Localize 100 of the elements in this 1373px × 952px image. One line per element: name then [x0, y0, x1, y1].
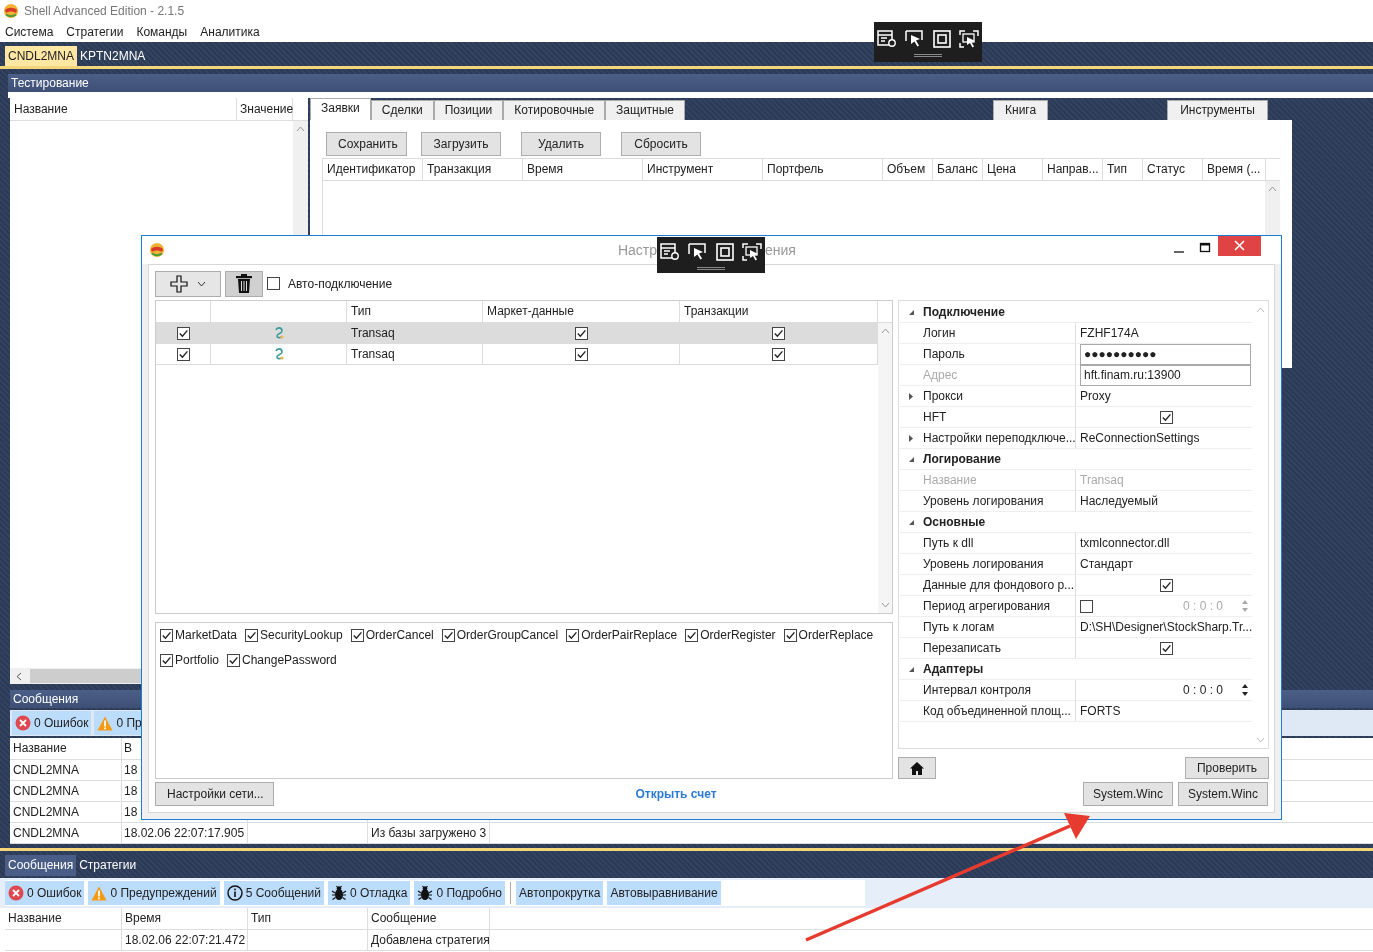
frame-icon[interactable] — [716, 243, 734, 261]
drag-handle-icon[interactable] — [697, 267, 725, 270]
checkbox[interactable] — [783, 628, 797, 642]
column-header[interactable]: Цена — [983, 159, 1043, 180]
checkbox[interactable] — [350, 628, 364, 642]
expanded-icon[interactable] — [908, 518, 915, 526]
table-row[interactable]: Transaq — [156, 344, 878, 365]
tab[interactable]: Котировочные — [503, 100, 606, 120]
column-header[interactable]: Идентификатор — [323, 159, 423, 180]
menu-item[interactable]: Команды — [136, 25, 188, 39]
open-account-link[interactable]: Открыть счет — [635, 787, 717, 801]
collapsed-icon[interactable] — [908, 392, 915, 400]
expanded-icon[interactable] — [908, 308, 915, 316]
property-value: FZHF174A — [1080, 326, 1139, 340]
tab[interactable]: Заявки — [310, 98, 371, 120]
tab[interactable]: Защитные — [605, 100, 685, 120]
collapsed-icon[interactable] — [908, 434, 915, 442]
drag-handle-icon[interactable] — [914, 54, 942, 57]
checkbox[interactable] — [772, 347, 785, 361]
checkbox[interactable] — [245, 628, 259, 642]
column-header[interactable]: Время (... — [1203, 159, 1266, 180]
filter-button[interactable]: 0 Предупреждений — [88, 881, 220, 905]
column-header[interactable]: Баланс — [933, 159, 983, 180]
column-header[interactable]: Название — [5, 908, 122, 929]
window-title: Shell Advanced Edition - 2.1.5 — [24, 4, 185, 18]
checkbox[interactable] — [267, 277, 280, 290]
checkbox[interactable] — [160, 628, 173, 642]
check-button[interactable]: Проверить — [1185, 757, 1269, 779]
tab[interactable]: Инструменты — [1167, 100, 1268, 120]
column-header[interactable]: Статус — [1143, 159, 1203, 180]
checkbox[interactable] — [160, 653, 173, 667]
filter-button[interactable]: 5 Сообщений — [223, 881, 324, 905]
column-header[interactable]: Портфель — [763, 159, 883, 180]
toolbar-button[interactable]: Загрузить — [421, 132, 501, 156]
tab[interactable]: Позиции — [433, 100, 504, 120]
toolbar-button[interactable]: Сбросить — [621, 132, 701, 156]
column-header[interactable]: Объем — [883, 159, 933, 180]
menu-item[interactable]: Стратегии — [66, 25, 124, 39]
menu-item[interactable]: Система — [5, 25, 54, 39]
toggle-button[interactable]: Автовыравнивание — [607, 881, 721, 905]
toggle-button[interactable]: Автопрокрутка — [516, 881, 604, 905]
column-header[interactable]: Транзакции — [680, 301, 878, 322]
add-button[interactable] — [155, 270, 221, 297]
checkbox[interactable] — [441, 628, 455, 642]
column-header[interactable]: Сообщение — [368, 908, 490, 929]
footer-button[interactable]: System.Winc — [1083, 782, 1173, 806]
menu-item[interactable]: Аналитика — [200, 25, 260, 39]
column-header[interactable]: Время — [523, 159, 643, 180]
checkbox[interactable] — [574, 347, 588, 361]
column-header[interactable]: Тип — [248, 908, 368, 929]
delete-button[interactable] — [225, 270, 263, 297]
expanded-icon[interactable] — [908, 665, 915, 673]
tab[interactable]: Сообщения — [5, 855, 77, 876]
filter-button[interactable]: 0 Ошибок — [5, 881, 85, 905]
pointer-frame-icon[interactable] — [959, 30, 979, 48]
checkbox-label: OrderGroupCancel — [456, 628, 559, 643]
window-gear-icon[interactable] — [877, 30, 897, 48]
tab[interactable]: Книга — [993, 100, 1049, 120]
checkbox[interactable] — [176, 347, 190, 361]
filter-button[interactable]: 0 Ошибок — [12, 711, 92, 735]
input-field[interactable]: ●●●●●●●●●● — [1080, 343, 1251, 365]
document-tab[interactable]: CNDL2MNA — [5, 46, 77, 66]
window-gear-icon[interactable] — [660, 243, 680, 261]
checkbox[interactable] — [1159, 641, 1173, 655]
table-row[interactable]: Transaq — [156, 323, 878, 344]
toolbar-button[interactable]: Сохранить — [326, 132, 407, 156]
expanded-icon[interactable] — [908, 455, 915, 463]
checkbox[interactable] — [176, 326, 190, 340]
scrollbar[interactable] — [878, 323, 892, 614]
checkbox[interactable] — [772, 326, 785, 340]
column-header[interactable]: Название — [10, 98, 237, 120]
column-header[interactable]: Значение — [237, 98, 293, 120]
frame-icon[interactable] — [933, 30, 951, 48]
checkbox[interactable] — [1080, 599, 1093, 613]
checkbox[interactable] — [685, 628, 699, 642]
toolbar-button[interactable]: Удалить — [521, 132, 601, 156]
column-header[interactable]: Инструмент — [643, 159, 763, 180]
checkbox[interactable] — [227, 653, 241, 667]
pointer-icon[interactable] — [905, 30, 925, 48]
column-header[interactable]: Маркет-данные — [483, 301, 680, 322]
checkbox[interactable] — [566, 628, 580, 642]
checkbox[interactable] — [574, 326, 588, 340]
column-header[interactable]: Время — [122, 908, 248, 929]
pointer-frame-icon[interactable] — [742, 243, 762, 261]
column-header[interactable]: Транзакция — [423, 159, 523, 180]
checkbox[interactable] — [1159, 578, 1173, 592]
tab[interactable]: Сделки — [370, 100, 434, 120]
column-header[interactable]: Название — [10, 738, 122, 759]
column-header[interactable]: Тип — [1103, 159, 1143, 180]
pointer-icon[interactable] — [688, 243, 708, 261]
column-header[interactable]: Тип — [347, 301, 483, 322]
document-tab[interactable]: KPTN2MNA — [77, 46, 149, 66]
filter-button[interactable]: 0 Отладка — [328, 881, 411, 905]
network-settings-button[interactable]: Настройки сети... — [155, 782, 274, 806]
tab[interactable]: Стратегии — [76, 855, 140, 876]
footer-button[interactable]: System.Winc — [1178, 782, 1268, 806]
checkbox[interactable] — [1159, 410, 1173, 424]
filter-button[interactable]: 0 Подробно — [414, 881, 505, 905]
column-header[interactable]: Направ... — [1043, 159, 1103, 180]
home-button[interactable] — [898, 757, 936, 779]
